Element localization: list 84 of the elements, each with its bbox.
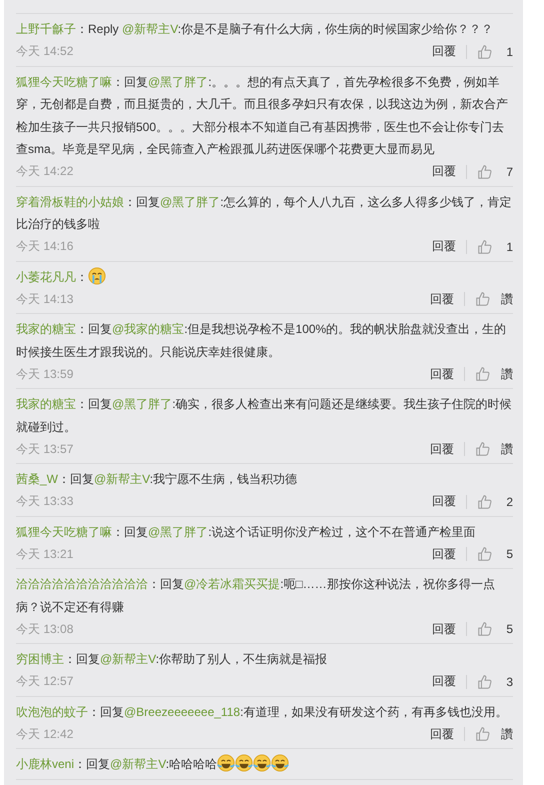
reply-link[interactable]: 回覆 — [430, 290, 454, 308]
reply-link[interactable]: 回覆 — [430, 366, 454, 382]
thumbs-up-icon[interactable] — [475, 441, 491, 457]
thumbs-up-icon[interactable] — [477, 44, 493, 60]
mention-link[interactable]: @黑了胖了 — [148, 74, 208, 88]
thumbs-up-icon[interactable] — [477, 674, 493, 690]
like-count: 讚 — [501, 290, 513, 308]
username-link[interactable]: 洽洽洽洽洽洽洽洽洽洽洽 — [16, 577, 148, 591]
comment-time: 今天 14:52 — [16, 43, 74, 60]
mention-link[interactable]: @Breezeeeeeee_118 — [124, 704, 240, 718]
reply-link[interactable]: 回覆 — [432, 43, 456, 60]
thumbs-up-icon[interactable] — [477, 546, 493, 562]
reply-link[interactable]: 回覆 — [430, 440, 454, 458]
thumbs-up-icon[interactable] — [475, 726, 491, 742]
comment-text: 穿着滑板鞋的小姑娘：回复@黑了胖了:怎么算的，每个人八九百，这么多人得多少钱了，肯定比治疗的钱多啦 — [16, 194, 513, 233]
username-link[interactable]: 茜桑_W — [16, 472, 58, 486]
comment-time: 今天 14:22 — [16, 163, 74, 180]
comment-time: 今天 13:21 — [16, 546, 74, 562]
reply-link[interactable]: 回覆 — [432, 546, 456, 562]
reply-link[interactable]: 回覆 — [430, 726, 454, 742]
username-link[interactable]: 小萎花凡凡 — [16, 270, 76, 284]
mention-link[interactable]: @新帮主V — [110, 757, 166, 771]
mention-link[interactable]: @我家的糖宝 — [112, 322, 184, 336]
mention-link[interactable]: @黑了胖了 — [112, 397, 172, 411]
reply-link[interactable]: 回覆 — [432, 238, 456, 255]
thumbs-up-icon[interactable] — [475, 366, 491, 382]
thumbs-up-icon[interactable] — [477, 494, 493, 510]
comment-time: 今天 13:57 — [16, 440, 74, 458]
comment-text: 我家的糖宝：回复@我家的糖宝:但是我想说孕检不是100%的。我的帆状胎盘就没查出，生的时候接生医生才跟我说的。只能说庆幸娃很健康。 — [16, 321, 508, 360]
laughing-face-icon — [271, 754, 290, 772]
mention-link[interactable]: @冷若冰霜买买提 — [184, 577, 280, 591]
laughing-face-icon — [217, 754, 236, 772]
reply-link[interactable]: 回覆 — [432, 673, 456, 690]
comment-time: 今天 14:13 — [16, 290, 74, 308]
comment-text: 狐狸今天吃糖了嘛：回复@黑了胖了:。。。想的有点天真了，首先孕检很多不免费，例如羊穿，无创都是自费，而且挺贵的，大几千。而且很多孕妇只有农保，以我这边为例，新农合产检加生孩子一共只报销500。。。大部分根本不知道自己有基因携带，医生也不会让你专门去查sma。毕竟是罕见病，全民筛查入产检跟孤儿药进医保哪个花费更大显而易见 — [16, 74, 509, 158]
like-count: 1 — [505, 240, 513, 254]
username-link[interactable]: 我家的糖宝 — [16, 322, 76, 336]
like-count: 讚 — [501, 440, 513, 458]
username-link[interactable]: 穿着滑板鞋的小姑娘 — [16, 194, 124, 208]
comment-time: 今天 13:59 — [16, 366, 74, 382]
thumbs-up-icon[interactable] — [475, 291, 491, 307]
comment-time: 今天 14:16 — [16, 238, 74, 255]
like-count: 5 — [505, 622, 513, 636]
reply-link[interactable]: 回覆 — [432, 493, 456, 510]
comment-time: 今天 13:08 — [16, 620, 74, 638]
reply-link[interactable]: 回覆 — [432, 620, 456, 638]
thumbs-up-icon[interactable] — [477, 164, 493, 180]
like-count: 讚 — [501, 366, 513, 382]
like-count: 2 — [505, 494, 513, 508]
like-count: 7 — [505, 164, 513, 178]
username-link[interactable]: 狐狸今天吃糖了嘛 — [16, 524, 112, 538]
username-link[interactable]: 我家的糖宝 — [16, 397, 76, 411]
comment-time: 今天 12:42 — [16, 726, 74, 742]
comment-text: 我家的糖宝：回复@黑了胖了:确实，很多人检查出来有问题还是继续要。我生孩子住院的时候就碰到过。 — [16, 396, 513, 436]
mention-link[interactable]: @黑了胖了 — [148, 524, 208, 538]
like-count: 3 — [505, 674, 513, 688]
comment-text: 洽洽洽洽洽洽洽洽洽洽洽：回复@冷若冰霜买买提:呃□……那按你这种说法，祝你多得一点病？说不定还有得赚 — [16, 576, 496, 616]
username-link[interactable]: 穷困博主 — [16, 652, 64, 666]
like-count: 1 — [505, 44, 513, 58]
mention-link[interactable]: @黑了胖了 — [160, 194, 220, 208]
thumbs-up-icon[interactable] — [477, 238, 493, 254]
username-link[interactable]: 上野千龢子 — [16, 22, 76, 36]
thumbs-up-icon[interactable] — [477, 621, 493, 637]
crying-face-icon — [88, 266, 106, 284]
like-count: 5 — [505, 547, 513, 561]
mention-link[interactable]: @新帮主V — [122, 22, 178, 36]
comment-text: 小萎花凡凡： — [16, 266, 513, 288]
username-link[interactable]: 狐狸今天吃糖了嘛 — [16, 74, 112, 88]
laughing-face-icon — [253, 754, 272, 772]
username-link[interactable]: 小鹿林veni — [16, 757, 74, 771]
laughing-face-icon — [235, 754, 254, 772]
comment-text: 上野千龢子：Reply @新帮主V:你是不是脑子有什么大病，你生病的时候国家少给你？？？ — [16, 21, 494, 38]
mention-link[interactable]: @新帮主V — [100, 652, 156, 666]
comment-text: 茜桑_W：回复@新帮主V:我宁愿不生病，钱当积功德 — [16, 471, 298, 488]
username-link[interactable]: 吹泡泡的蚊子 — [16, 704, 88, 718]
reply-link[interactable]: 回覆 — [432, 163, 456, 180]
like-count: 讚 — [501, 726, 513, 742]
comment-text: 小鹿林veni：回复@新帮主V:哈哈哈哈 — [16, 753, 513, 776]
comment-time: 今天 13:33 — [16, 493, 74, 510]
comment-text: 穷困博主：回复@新帮主V:你帮助了别人，不生病就是福报 — [16, 651, 328, 668]
comment-text: 吹泡泡的蚊子：回复@Breezeeeeeee_118:有道理，如果没有研发这个药，有再多钱也没用。 — [16, 704, 508, 720]
comment-time: 今天 12:57 — [16, 673, 74, 690]
comment-text: 狐狸今天吃糖了嘛：回复@黑了胖了:说这个话证明你没产检过，这个不在普通产检里面 — [16, 524, 477, 540]
mention-link[interactable]: @新帮主V — [94, 472, 150, 486]
